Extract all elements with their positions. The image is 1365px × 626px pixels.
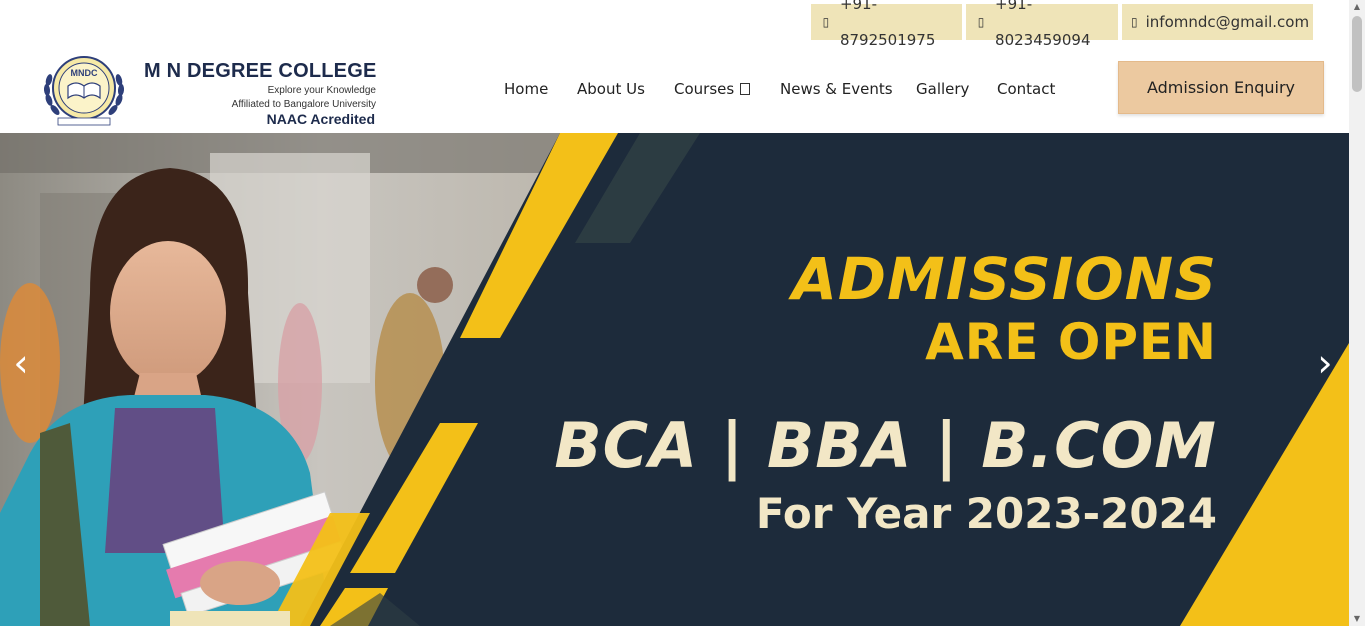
nav-home[interactable]: Home (504, 80, 548, 98)
college-seal-icon: MNDC (43, 56, 125, 126)
college-tagline: Explore your Knowledge (267, 85, 376, 96)
banner-courses: BCA | BBA | B.COM (554, 409, 1217, 482)
envelope-icon: ▯ (1131, 15, 1138, 29)
site-header: MNDC M N DEGREE COLLEGE Explore your Kno… (0, 48, 1349, 133)
chevron-down-icon (740, 83, 751, 95)
logo-text: MNDC (71, 68, 98, 78)
nav-gallery[interactable]: Gallery (916, 80, 969, 98)
carousel-prev-arrow-icon[interactable]: ‹ (6, 344, 36, 382)
college-affiliation: Affiliated to Bangalore University (231, 99, 376, 110)
nav-contact[interactable]: Contact (997, 80, 1055, 98)
nav-courses-label: Courses (674, 80, 735, 98)
nav-about-us[interactable]: About Us (577, 80, 645, 98)
hero-banner-slide: ADMISSIONS ARE OPEN BCA | BBA | B.COM Fo… (0, 133, 1349, 626)
college-name: M N DEGREE COLLEGE (144, 60, 377, 82)
college-logo[interactable]: MNDC M N DEGREE COLLEGE Explore your Kno… (40, 52, 380, 130)
phone-link-2[interactable]: ▯ +91-8023459094 (966, 0, 1118, 49)
mobile-phone-icon: ▯ (822, 15, 830, 29)
page-scrollbar[interactable]: ▲ ▼ (1349, 0, 1365, 626)
banner-graphic (0, 133, 1349, 626)
top-contact-bar: ▯ +91-8792501975 ▯ +91-8023459094 ▯ info… (0, 0, 1349, 49)
phone-link-1[interactable]: ▯ +91-8792501975 (811, 0, 962, 49)
nav-news-events[interactable]: News & Events (780, 80, 893, 98)
banner-subheadline: ARE OPEN (925, 313, 1217, 371)
scrollbar-thumb[interactable] (1352, 16, 1362, 92)
email-link[interactable]: ▯ infomndc@gmail.com (1122, 4, 1313, 40)
carousel-next-arrow-icon[interactable]: › (1310, 344, 1340, 382)
email-text: infomndc@gmail.com (1145, 13, 1310, 31)
nav-courses[interactable]: Courses (674, 80, 751, 98)
accreditation-label: NAAC Acredited (266, 111, 375, 127)
admission-enquiry-button[interactable]: Admission Enquiry (1118, 61, 1324, 114)
banner-year: For Year 2023-2024 (755, 489, 1217, 538)
scroll-up-arrow-icon[interactable]: ▲ (1349, 0, 1365, 14)
mobile-phone-icon: ▯ (977, 15, 985, 29)
scroll-down-arrow-icon[interactable]: ▼ (1349, 612, 1365, 626)
banner-headline: ADMISSIONS (791, 245, 1217, 313)
